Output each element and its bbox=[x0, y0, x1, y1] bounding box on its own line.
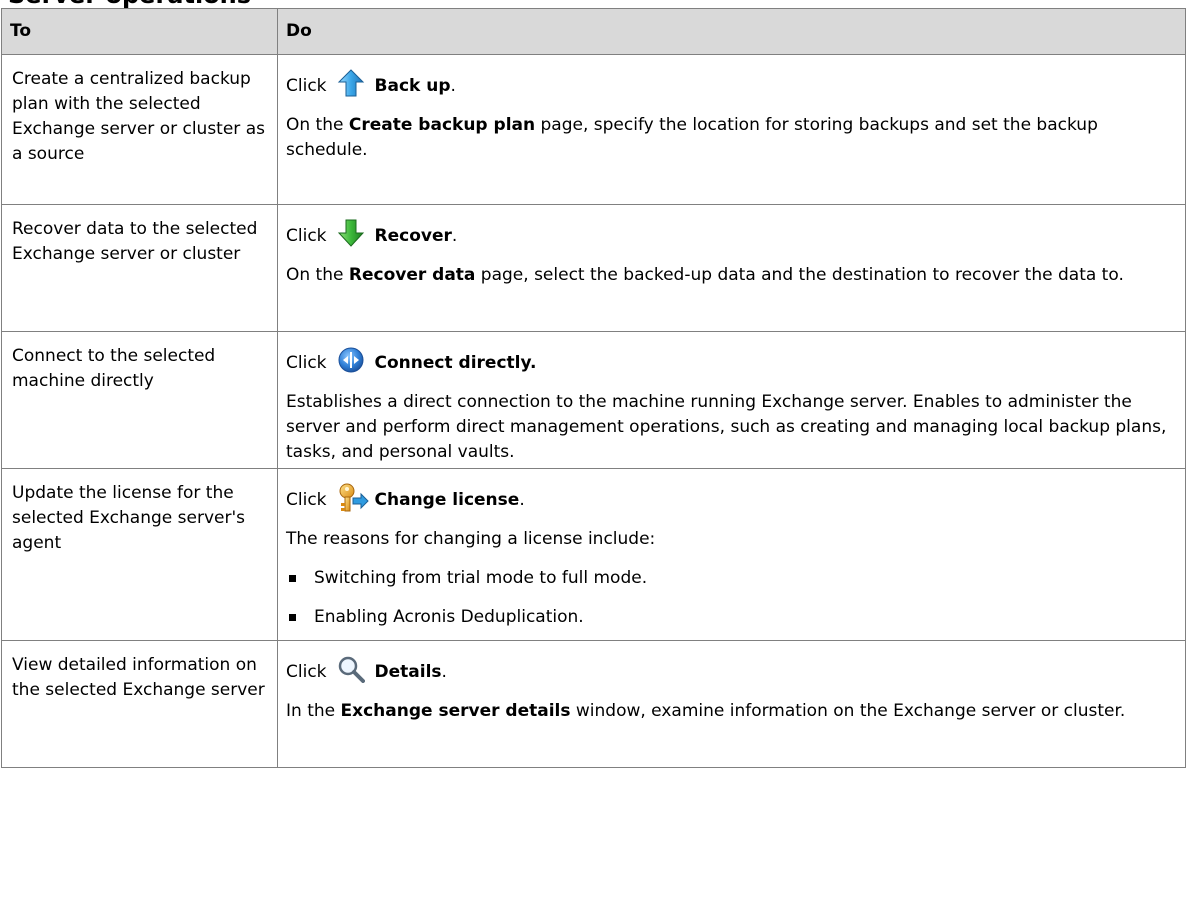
desc-text: The reasons for changing a license inclu… bbox=[286, 529, 656, 549]
operations-table: To Do Create a centralized backup plan w… bbox=[1, 8, 1186, 768]
backup-up-arrow-icon bbox=[337, 69, 365, 97]
table-row: Connect to the selected machine directly… bbox=[1, 331, 1186, 469]
desc-text: window, examine information on the Excha… bbox=[570, 701, 1126, 721]
click-instruction: Click Back up. bbox=[286, 69, 1177, 99]
details-magnifier-icon bbox=[337, 655, 365, 683]
recover-down-arrow-icon bbox=[337, 219, 365, 247]
list-item: Enabling Acronis Deduplication. bbox=[286, 605, 1177, 630]
heading-clip: Server operations bbox=[0, 0, 400, 8]
bullet-text: Switching from trial mode to full mode. bbox=[314, 568, 648, 588]
do-cell: Click Change license . The reasons for c… bbox=[277, 468, 1186, 641]
action-details: Details bbox=[374, 662, 442, 682]
header-do: Do bbox=[277, 8, 1186, 55]
to-cell: View detailed information on the selecte… bbox=[1, 640, 278, 768]
table-row: Create a centralized backup plan with th… bbox=[1, 54, 1186, 205]
row-description: On the Create backup plan page, specify … bbox=[286, 113, 1177, 163]
click-instruction: Click Recover. bbox=[286, 219, 1177, 249]
bullet-text: Enabling Acronis Deduplication. bbox=[314, 607, 584, 627]
do-cell: Click Back up. On the Create backup plan… bbox=[277, 54, 1186, 205]
desc-text: On the bbox=[286, 265, 349, 285]
row-description: The reasons for changing a license inclu… bbox=[286, 527, 1177, 552]
click-word: Click bbox=[286, 76, 327, 96]
page-title: Server operations bbox=[8, 0, 251, 8]
desc-bold: Recover data bbox=[348, 265, 476, 285]
header-row: To Do bbox=[1, 8, 1186, 55]
desc-text: On the bbox=[286, 115, 349, 135]
desc-text: page, select the backed-up data and the … bbox=[475, 265, 1124, 285]
desc-text: Establishes a direct connection to the m… bbox=[286, 392, 1167, 462]
action-back-up: Back up bbox=[374, 76, 451, 96]
bullet-icon bbox=[289, 575, 296, 582]
action-change-license: Change license bbox=[374, 490, 520, 510]
bullet-list: Switching from trial mode to full mode. … bbox=[286, 566, 1177, 630]
desc-text: In the bbox=[286, 701, 341, 721]
row-description: Establishes a direct connection to the m… bbox=[286, 390, 1177, 465]
action-suffix: . bbox=[519, 490, 525, 510]
to-cell: Create a centralized backup plan with th… bbox=[1, 54, 278, 205]
action-connect-directly: Connect directly. bbox=[374, 353, 537, 373]
action-recover: Recover bbox=[374, 226, 452, 246]
table-row: View detailed information on the selecte… bbox=[1, 640, 1186, 768]
header-to: To bbox=[1, 8, 278, 55]
click-instruction: Click Connect directly. bbox=[286, 346, 1177, 376]
do-cell: Click Connect directly. Establishes a di… bbox=[277, 331, 1186, 469]
connect-directly-icon bbox=[337, 346, 365, 374]
bullet-icon bbox=[289, 614, 296, 621]
row-description: In the Exchange server details window, e… bbox=[286, 699, 1177, 724]
table-row: Recover data to the selected Exchange se… bbox=[1, 204, 1186, 332]
action-suffix: . bbox=[451, 226, 458, 246]
click-word: Click bbox=[286, 662, 327, 682]
row-description: On the Recover data page, select the bac… bbox=[286, 263, 1177, 288]
click-instruction: Click Change license . bbox=[286, 483, 1177, 513]
click-word: Click bbox=[286, 226, 327, 246]
list-item: Switching from trial mode to full mode. bbox=[286, 566, 1177, 591]
do-cell: Click Details. In the Exchange server de… bbox=[277, 640, 1186, 768]
action-suffix: . bbox=[441, 662, 447, 682]
change-license-key-icon bbox=[337, 483, 369, 512]
desc-bold: Create backup plan bbox=[348, 115, 536, 135]
desc-bold: Exchange server details bbox=[340, 701, 571, 721]
to-cell: Recover data to the selected Exchange se… bbox=[1, 204, 278, 332]
click-word: Click bbox=[286, 490, 327, 510]
to-cell: Update the license for the selected Exch… bbox=[1, 468, 278, 641]
click-word: Click bbox=[286, 353, 327, 373]
table-row: Update the license for the selected Exch… bbox=[1, 468, 1186, 641]
click-instruction: Click Details. bbox=[286, 655, 1177, 685]
to-cell: Connect to the selected machine directly bbox=[1, 331, 278, 469]
do-cell: Click Recover. On the Recover data page,… bbox=[277, 204, 1186, 332]
action-suffix: . bbox=[450, 76, 456, 96]
